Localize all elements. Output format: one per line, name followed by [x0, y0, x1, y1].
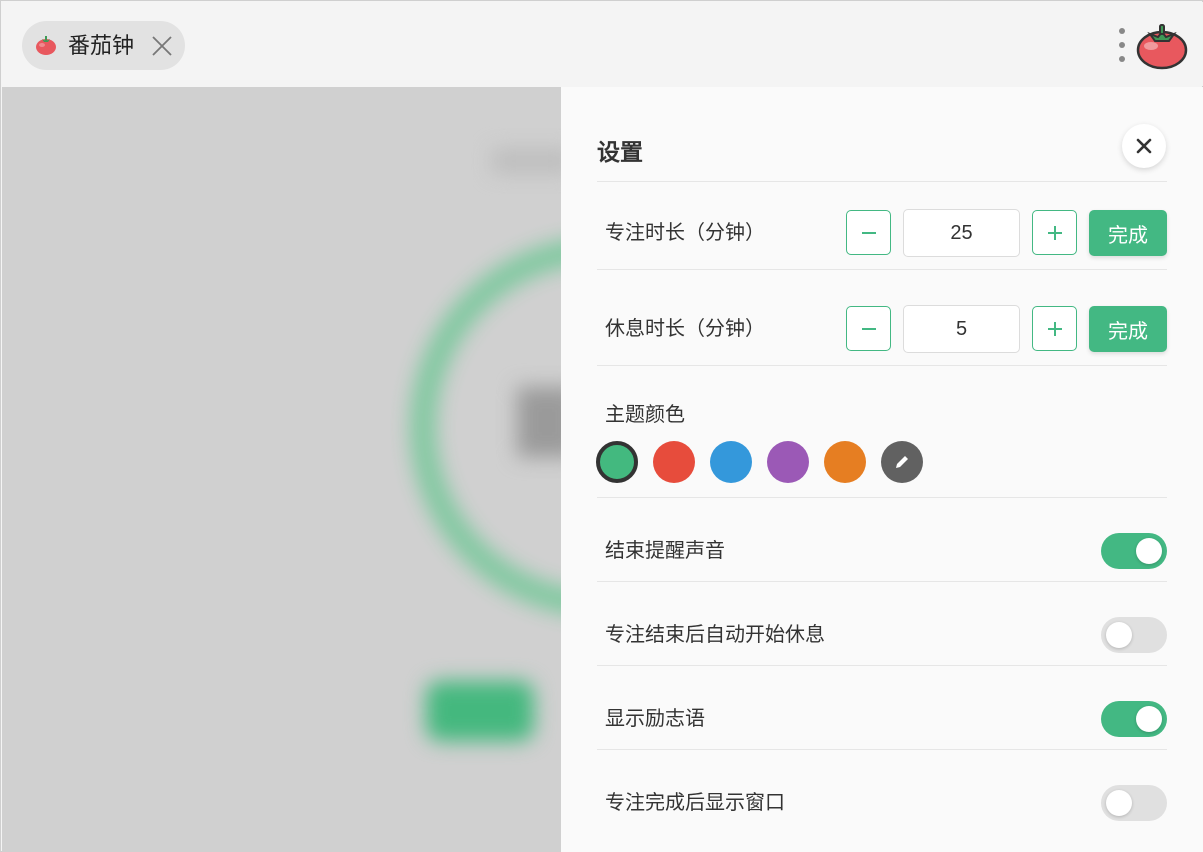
custom-color-button[interactable]: [881, 441, 923, 483]
toggle-switch[interactable]: [1101, 701, 1167, 737]
break-decrease-button[interactable]: [846, 306, 891, 351]
more-vertical-icon[interactable]: [1114, 28, 1130, 64]
theme-color-swatch[interactable]: [653, 441, 695, 483]
break-done-button[interactable]: 完成: [1089, 306, 1167, 352]
close-settings-button[interactable]: [1122, 124, 1166, 168]
divider: [597, 497, 1167, 498]
toggle-label: 结束提醒声音: [605, 540, 725, 562]
plus-icon: [1048, 226, 1062, 240]
break-duration-input[interactable]: [903, 305, 1020, 353]
plus-icon: [1048, 322, 1062, 336]
pencil-icon: [896, 456, 908, 468]
divider: [597, 749, 1167, 750]
focus-duration-input[interactable]: [903, 209, 1020, 257]
theme-color-swatch[interactable]: [824, 441, 866, 483]
divider: [597, 665, 1167, 666]
settings-title: 设置: [597, 139, 643, 165]
toggle-knob: [1106, 622, 1132, 648]
break-duration-label: 休息时长（分钟）: [605, 318, 765, 340]
tab-pomodoro[interactable]: 番茄钟: [22, 21, 185, 70]
theme-color-label: 主题颜色: [605, 404, 685, 426]
close-icon: [1136, 138, 1152, 154]
focus-decrease-button[interactable]: [846, 210, 891, 255]
tab-label: 番茄钟: [68, 33, 135, 58]
title-bar: 番茄钟: [2, 2, 1203, 86]
toggle-label: 显示励志语: [605, 708, 705, 730]
tomato-icon: [36, 36, 56, 55]
divider: [597, 365, 1167, 366]
divider: [597, 581, 1167, 582]
tomato-logo-icon: [1136, 24, 1188, 70]
app-window: 番茄钟 设置 专注时长（分钟） 25 完成 休息时长（分钟） 5 完成 主题颜色…: [0, 0, 1203, 852]
toggle-knob: [1136, 538, 1162, 564]
toggle-knob: [1136, 706, 1162, 732]
settings-panel: 设置 专注时长（分钟） 完成 休息时长（分钟） 完成 主题颜色: [561, 87, 1203, 852]
focus-duration-label: 专注时长（分钟）: [605, 222, 765, 244]
toggle-switch[interactable]: [1101, 617, 1167, 653]
minus-icon: [862, 232, 876, 234]
divider: [597, 269, 1167, 270]
divider: [597, 181, 1167, 182]
close-tab-icon[interactable]: [150, 34, 174, 58]
break-increase-button[interactable]: [1032, 306, 1077, 351]
theme-color-swatch[interactable]: [596, 441, 638, 483]
focus-done-button[interactable]: 完成: [1089, 210, 1167, 256]
theme-color-swatch[interactable]: [767, 441, 809, 483]
toggle-switch[interactable]: [1101, 785, 1167, 821]
minus-icon: [862, 328, 876, 330]
focus-increase-button[interactable]: [1032, 210, 1077, 255]
theme-color-swatch[interactable]: [710, 441, 752, 483]
toggle-switch[interactable]: [1101, 533, 1167, 569]
toggle-knob: [1106, 790, 1132, 816]
toggle-label: 专注结束后自动开始休息: [605, 624, 825, 646]
toggle-label: 专注完成后显示窗口: [605, 792, 785, 814]
